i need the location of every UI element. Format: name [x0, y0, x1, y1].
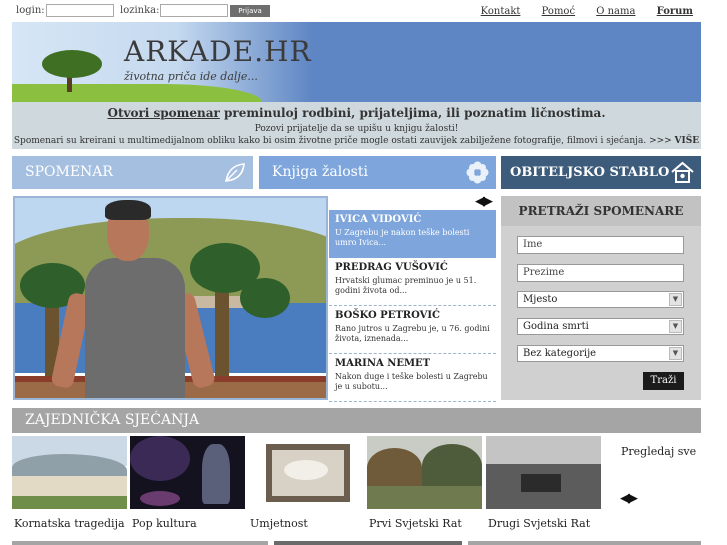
search-title: PRETRAŽI SPOMENARE — [501, 196, 701, 226]
gallery-caption: Kornatska tragedija — [14, 517, 125, 530]
year-select-value: Godina smrti — [523, 321, 589, 332]
see-all-link[interactable]: Pregledaj sve — [621, 445, 696, 458]
gallery-thumbnail — [248, 436, 363, 509]
password-label: lozinka: — [120, 5, 160, 16]
featured-person-photo[interactable] — [13, 196, 328, 400]
nav-spomenar[interactable]: SPOMENAR — [12, 156, 253, 189]
login-input[interactable] — [46, 4, 114, 17]
chevron-down-icon: ▼ — [669, 347, 682, 360]
nav-obiteljsko-stablo[interactable]: OBITELJSKO STABLO — [501, 156, 701, 189]
category-select-value: Bez kategorije — [523, 348, 597, 359]
nav-spomenar-label: SPOMENAR — [25, 164, 113, 180]
intro-panel: Otvori spomenar preminuloj rodbini, prij… — [12, 102, 701, 149]
name-input[interactable]: Ime — [517, 236, 684, 254]
slider-arrows[interactable]: ◀▶ — [475, 194, 493, 209]
category-select[interactable]: Bez kategorije ▼ — [517, 345, 684, 362]
login-button[interactable]: Prijava — [230, 5, 270, 17]
intro-invite-text: Pozovi prijatelje da se upišu u knjigu ž… — [254, 124, 459, 134]
gallery-thumbnail — [486, 436, 601, 509]
surname-input[interactable]: Prezime — [517, 264, 684, 282]
site-logo[interactable]: ARKADE.HR — [124, 35, 312, 68]
list-item[interactable]: IVICA VIDOVIĆ U Zagrebu je nakon teške b… — [329, 210, 496, 258]
intro-headline-text: preminuloj rodbini, prijateljima, ili po… — [219, 106, 606, 120]
gallery-caption: Prvi Svjetski Rat — [369, 517, 462, 530]
gallery-thumbnail — [130, 436, 245, 509]
bottom-bar-segment — [12, 541, 268, 545]
chevron-down-icon: ▼ — [669, 320, 682, 333]
gallery-item-kornatska[interactable]: Kornatska tragedija — [12, 436, 127, 530]
gallery-thumbnail — [12, 436, 127, 509]
bottom-bar-segment — [274, 541, 462, 545]
nav-obiteljsko-stablo-label: OBITELJSKO STABLO — [510, 165, 670, 180]
chevron-down-icon: ▼ — [669, 293, 682, 306]
search-panel: PRETRAŽI SPOMENARE Ime Prezime Mjesto ▼ … — [501, 196, 701, 400]
gallery-item-prvi-svjetski-rat[interactable]: Prvi Svjetski Rat — [367, 436, 482, 530]
place-select-value: Mjesto — [523, 294, 558, 305]
person-description: U Zagrebu je nakon teške bolesti umro Iv… — [335, 228, 470, 248]
place-select[interactable]: Mjesto ▼ — [517, 291, 684, 308]
gallery-caption: Pop kultura — [132, 517, 197, 530]
intro-description: Spomenari su kreirani u multimedijalnom … — [12, 136, 701, 146]
top-bar: login: lozinka: Prijava Kontakt Pomoć O … — [0, 0, 727, 22]
gallery-caption: Umjetnost — [250, 517, 308, 530]
top-links: Kontakt Pomoć O nama Forum — [463, 6, 693, 17]
tree-icon — [42, 50, 102, 78]
year-select[interactable]: Godina smrti ▼ — [517, 318, 684, 335]
recent-memorials-list: IVICA VIDOVIĆ U Zagrebu je nakon teške b… — [329, 210, 496, 402]
list-item[interactable]: PREDRAG VUŠOVIĆ Hrvatski glumac preminuo… — [329, 258, 496, 306]
person-name: BOŠKO PETROVIĆ — [335, 310, 441, 321]
password-input[interactable] — [160, 4, 228, 17]
nav-knjiga-zalosti[interactable]: Knjiga žalosti — [259, 156, 496, 189]
top-link-pomoc[interactable]: Pomoć — [542, 6, 575, 17]
top-link-kontakt[interactable]: Kontakt — [481, 6, 521, 17]
gallery-caption: Drugi Svjetski Rat — [488, 517, 591, 530]
gallery-item-umjetnost[interactable]: Umjetnost — [248, 436, 363, 530]
person-name: MARINA NEMET — [335, 358, 431, 369]
more-link[interactable]: VIŠE — [675, 136, 700, 146]
person-description: Rano jutros u Zagrebu je, u 76. godini ž… — [335, 324, 490, 344]
bottom-bar-segment — [468, 541, 701, 545]
leaf-icon — [225, 163, 245, 182]
gallery-arrows[interactable]: ◀▶ — [620, 491, 638, 506]
person-name: PREDRAG VUŠOVIĆ — [335, 262, 448, 273]
top-link-o-nama[interactable]: O nama — [596, 6, 635, 17]
list-item[interactable]: BOŠKO PETROVIĆ Rano jutros u Zagrebu je,… — [329, 306, 496, 354]
shared-memories-header: ZAJEDNIČKA SJEĆANJA — [12, 408, 701, 433]
gallery-item-drugi-svjetski-rat[interactable]: Drugi Svjetski Rat — [486, 436, 601, 530]
person-description: Hrvatski glumac preminuo je u 51. godini… — [335, 276, 477, 296]
top-link-forum[interactable]: Forum — [657, 6, 693, 17]
house-icon — [671, 161, 694, 183]
person-name: IVICA VIDOVIĆ — [335, 214, 422, 225]
login-label: login: — [16, 5, 45, 16]
person-description: Nakon duge i teške bolesti u Zagrebu je … — [335, 372, 488, 392]
nav-knjiga-zalosti-label: Knjiga žalosti — [272, 164, 368, 180]
intro-headline: Otvori spomenar preminuloj rodbini, prij… — [12, 102, 701, 120]
site-header: ARKADE.HR životna priča ide dalje... — [12, 22, 701, 102]
list-item[interactable]: MARINA NEMET Nakon duge i teške bolesti … — [329, 354, 496, 402]
flower-icon — [466, 161, 489, 184]
search-button[interactable]: Traži — [643, 372, 684, 390]
open-memorial-link[interactable]: Otvori spomenar — [107, 106, 219, 120]
site-slogan: životna priča ide dalje... — [124, 70, 258, 83]
gallery-item-pop-kultura[interactable]: Pop kultura — [130, 436, 245, 530]
gallery-thumbnail — [367, 436, 482, 509]
intro-description-text: Spomenari su kreirani u multimedijalnom … — [13, 136, 675, 146]
